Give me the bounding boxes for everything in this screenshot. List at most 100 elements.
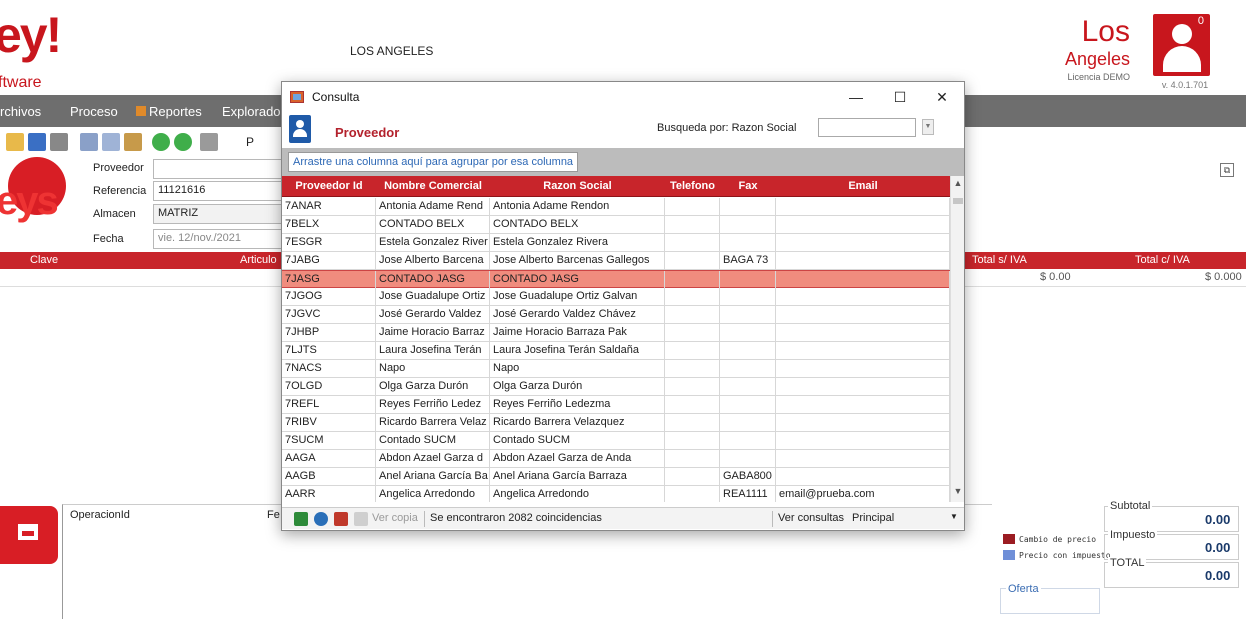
impuesto-label: Impuesto xyxy=(1108,529,1158,541)
col-email[interactable]: Email xyxy=(776,180,950,192)
table-row[interactable]: 7ESGR Estela Gonzalez River Estela Gonzale… xyxy=(282,234,950,252)
table-cell: Olga Garza Durón xyxy=(490,378,665,395)
close-button[interactable]: ✕ xyxy=(920,82,964,112)
busqueda-dropdown-icon[interactable]: ▼ xyxy=(922,119,934,135)
maximize-button[interactable]: ☐ xyxy=(878,82,922,112)
table-row[interactable]: 7JABG Jose Alberto Barcena Jose Alberto Ba… xyxy=(282,252,950,270)
almacen-label: Almacen xyxy=(93,208,136,220)
table-cell xyxy=(665,468,720,485)
proveedor-icon xyxy=(289,115,311,143)
table-row[interactable]: 7ANAR Antonia Adame Rend Antonia Adame Ren… xyxy=(282,198,950,216)
license-label: Licencia DEMO xyxy=(1067,72,1130,82)
table-row[interactable]: 7RIBV Ricardo Barrera Velaz Ricardo Barrer… xyxy=(282,414,950,432)
col-telefono[interactable]: Telefono xyxy=(665,180,720,192)
table-cell xyxy=(776,306,950,323)
table-cell: 7ESGR xyxy=(282,234,376,251)
dialog-titlebar[interactable]: Consulta — ☐ ✕ xyxy=(282,82,964,112)
col-nombre-comercial[interactable]: Nombre Comercial xyxy=(376,180,490,192)
restore-window-icon[interactable]: ⧉ xyxy=(1220,163,1234,177)
col-clave[interactable]: Clave xyxy=(30,254,58,266)
add-icon[interactable] xyxy=(174,133,192,151)
table-cell: AAGA xyxy=(282,450,376,467)
excel-export-icon[interactable] xyxy=(294,512,308,526)
check-icon[interactable] xyxy=(152,133,170,151)
brand-line1: Los xyxy=(1081,15,1130,48)
refresh-icon[interactable] xyxy=(314,512,328,526)
table-cell: Reyes Ferriño Ledez xyxy=(376,396,490,413)
proveedor-input[interactable] xyxy=(153,159,283,179)
menu-proceso[interactable]: Proceso xyxy=(70,104,118,119)
branch-name: LOS ANGELES xyxy=(350,44,434,58)
table-cell: 7JHBP xyxy=(282,324,376,341)
open-folder-icon[interactable] xyxy=(6,133,24,151)
table-cell xyxy=(665,216,720,233)
almacen-select[interactable]: MATRIZ xyxy=(153,204,283,224)
busqueda-label: Busqueda por: Razon Social xyxy=(657,122,797,134)
scroll-down-icon[interactable]: ▼ xyxy=(952,486,964,496)
table-cell xyxy=(720,342,776,359)
table-row[interactable]: 7JHBP Jaime Horacio Barraz Jaime Horacio B… xyxy=(282,324,950,342)
table-row[interactable]: 7OLGD Olga Garza Durón Olga Garza Durón xyxy=(282,378,950,396)
table-row[interactable]: 7BELX CONTADO BELX CONTADO BELX xyxy=(282,216,950,234)
pdf-export-icon[interactable] xyxy=(334,512,348,526)
fecha-picker[interactable]: vie. 12/nov./2021 xyxy=(153,229,283,249)
menu-reportes[interactable]: Reportes xyxy=(149,104,202,119)
table-cell: Napo xyxy=(376,360,490,377)
consultas-dropdown-icon[interactable]: ▼ xyxy=(950,512,958,521)
table-cell xyxy=(720,324,776,341)
table-row[interactable]: 7JASG CONTADO JASG CONTADO JASG xyxy=(282,270,950,288)
consultas-select[interactable]: Principal xyxy=(852,512,894,524)
user-icon xyxy=(1172,24,1192,44)
table-row[interactable]: AAGA Abdon Azael Garza d Abdon Azael Garza… xyxy=(282,450,950,468)
col-proveedor-id[interactable]: Proveedor Id xyxy=(282,180,376,192)
table-row[interactable]: 7NACS Napo Napo xyxy=(282,360,950,378)
consulta-dialog: Consulta — ☐ ✕ Proveedor Busqueda por: R… xyxy=(281,81,965,531)
table-row[interactable]: AAGB Anel Ariana García Ba Anel Ariana Gar… xyxy=(282,468,950,486)
user-avatar[interactable]: 0 xyxy=(1153,14,1210,76)
cut-icon[interactable] xyxy=(80,133,98,151)
proveedor-label: Proveedor xyxy=(93,162,144,174)
col-articulo[interactable]: Articulo xyxy=(240,254,277,266)
table-cell xyxy=(720,271,776,288)
table-row[interactable]: 7SUCM Contado SUCM Contado SUCM xyxy=(282,432,950,450)
minimize-button[interactable]: — xyxy=(834,82,878,112)
table-cell xyxy=(665,414,720,431)
table-cell xyxy=(665,450,720,467)
table-cell: Abdon Azael Garza de Anda xyxy=(490,450,665,467)
results-count: Se encontraron 2082 coincidencias xyxy=(430,512,602,524)
print-icon[interactable] xyxy=(50,133,68,151)
table-row[interactable]: 7REFL Reyes Ferriño Ledez Reyes Ferriño Le… xyxy=(282,396,950,414)
dialog-status-bar: Ver copia Se encontraron 2082 coincidenc… xyxy=(282,507,964,529)
copy-icon[interactable] xyxy=(102,133,120,151)
table-cell: Laura Josefina Terán Saldaña xyxy=(490,342,665,359)
menu-explorador[interactable]: Explorador xyxy=(222,104,285,119)
table-cell xyxy=(665,342,720,359)
table-row[interactable]: 7LJTS Laura Josefina Terán Laura Josefina … xyxy=(282,342,950,360)
bottom-logo-icon xyxy=(0,506,58,564)
save-icon[interactable] xyxy=(28,133,46,151)
busqueda-input[interactable] xyxy=(818,118,916,137)
paste-icon[interactable] xyxy=(124,133,142,151)
table-cell xyxy=(776,378,950,395)
col-fax[interactable]: Fax xyxy=(720,180,776,192)
group-panel[interactable]: Arrastre una columna aquí para agrupar p… xyxy=(282,148,964,176)
copy-view-icon[interactable] xyxy=(354,512,368,526)
table-cell: Contado SUCM xyxy=(376,432,490,449)
table-row[interactable]: 7JGOG Jose Guadalupe Ortiz Jose Guadalupe … xyxy=(282,288,950,306)
brand-line2: Angeles xyxy=(1064,49,1130,69)
col-total-sin-iva[interactable]: Total s/ IVA xyxy=(972,254,1027,266)
calculator-icon[interactable] xyxy=(200,133,218,151)
col-total-con-iva[interactable]: Total c/ IVA xyxy=(1135,254,1190,266)
scroll-thumb[interactable] xyxy=(953,198,963,204)
table-cell: Olga Garza Durón xyxy=(376,378,490,395)
results-table: Proveedor Id Nombre Comercial Razon Soci… xyxy=(282,176,950,502)
table-scrollbar[interactable]: ▲ ▼ xyxy=(950,176,964,502)
ver-copia-link[interactable]: Ver copia xyxy=(372,512,418,524)
table-cell xyxy=(665,271,720,288)
table-row[interactable]: AARR Angelica Arredondo Angelica Arredondo… xyxy=(282,486,950,502)
scroll-up-icon[interactable]: ▲ xyxy=(952,178,964,188)
table-row[interactable]: 7JGVC José Gerardo Valdez José Gerardo Val… xyxy=(282,306,950,324)
menu-archivos[interactable]: rchivos xyxy=(0,104,41,119)
referencia-input[interactable]: 11121616 xyxy=(153,181,283,201)
col-razon-social[interactable]: Razon Social xyxy=(490,180,665,192)
